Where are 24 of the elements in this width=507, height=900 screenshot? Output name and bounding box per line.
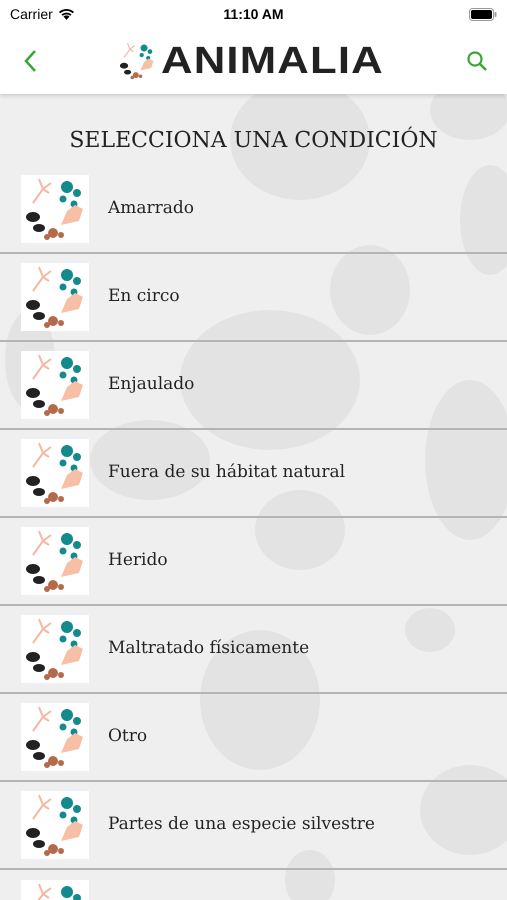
paw-prints-thumbnail [21,439,89,507]
condition-row[interactable]: Herido [0,518,507,606]
condition-row[interactable]: Maltratado físicamente [0,606,507,694]
paw-prints-thumbnail [21,527,89,595]
logo-wordmark: ANIMALIA [160,42,384,80]
condition-row[interactable]: Partes de una especie silvestre [0,782,507,870]
condition-row[interactable]: En circo [0,254,507,342]
paw-prints-thumbnail [21,791,89,859]
paw-prints-thumbnail [21,351,89,419]
search-icon [466,50,488,72]
paw-prints-thumbnail [21,703,89,771]
paw-prints-thumbnail [21,615,89,683]
back-icon [23,49,37,73]
battery-icon [469,8,497,20]
wifi-icon [58,8,75,20]
section-heading: SELECCIONA UNA CONDICIÓN [68,126,439,155]
condition-row[interactable]: Amarrado [0,166,507,254]
condition-row[interactable]: Fuera de su hábitat natural [0,430,507,518]
paw-prints-thumbnail [21,175,89,243]
carrier-label: Carrier [10,4,53,24]
time-label: 11:10 AM [223,4,284,24]
paw-prints-thumbnail [21,263,89,331]
condition-row[interactable]: Enjaulado [0,342,507,430]
condition-row[interactable]: Otro [0,694,507,782]
